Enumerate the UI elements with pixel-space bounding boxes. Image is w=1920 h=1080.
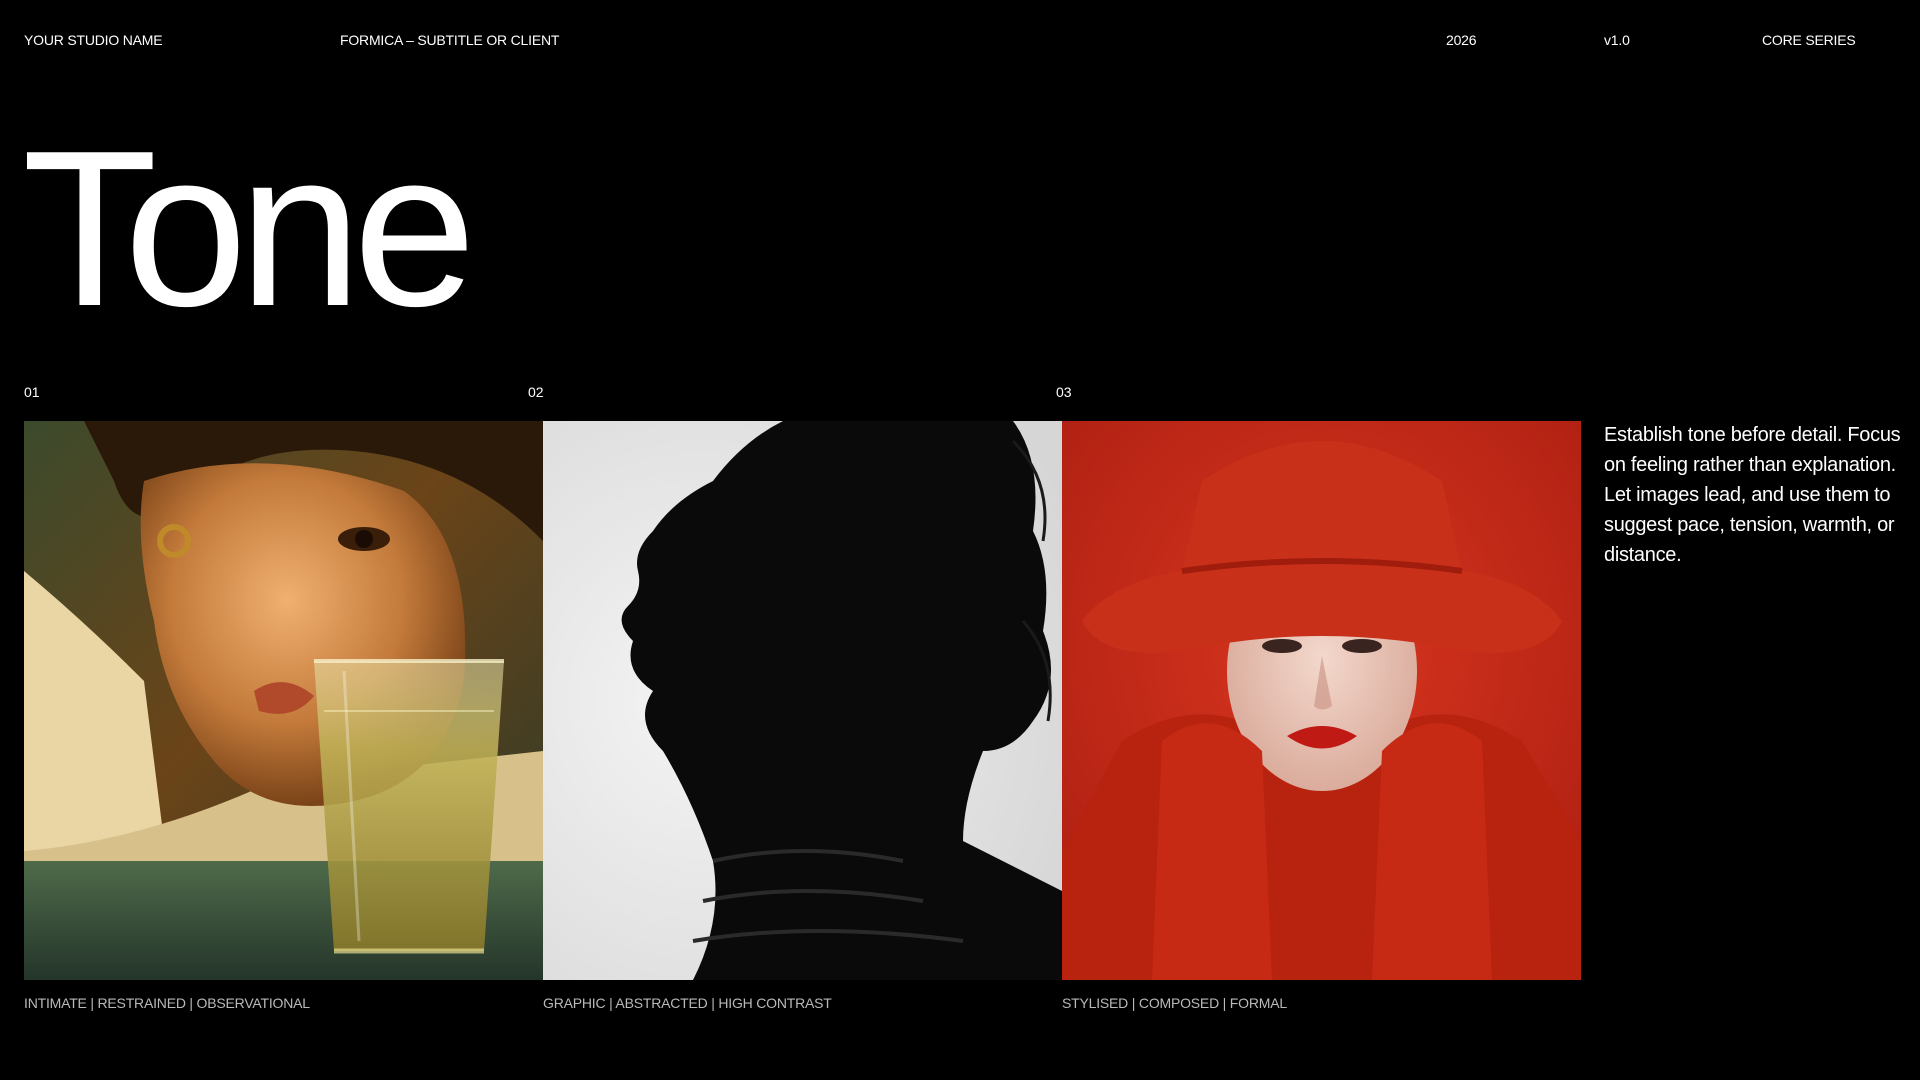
red-portrait-image	[1062, 421, 1581, 980]
silhouette-illustration	[543, 421, 1062, 980]
panel-caption-01: INTIMATE | RESTRAINED | OBSERVATIONAL	[24, 995, 310, 1011]
tone-description: Establish tone before detail. Focus on f…	[1604, 424, 1901, 566]
series-label: CORE SERIES	[1762, 32, 1856, 48]
subtitle: FORMICA – SUBTITLE OR CLIENT	[340, 32, 560, 48]
panel-number-02: 02	[528, 384, 544, 400]
panel-caption-02: GRAPHIC | ABSTRACTED | HIGH CONTRAST	[543, 995, 832, 1011]
panel-number-01: 01	[24, 384, 40, 400]
version-label: v1.0	[1604, 32, 1630, 48]
silhouette-image	[543, 421, 1062, 980]
panel-caption-03: STYLISED | COMPOSED | FORMAL	[1062, 995, 1287, 1011]
warm-portrait-image	[24, 421, 543, 980]
page-title: Tone	[22, 105, 476, 353]
red-portrait-illustration	[1062, 421, 1581, 980]
panel-number-03: 03	[1056, 384, 1072, 400]
studio-name: YOUR STUDIO NAME	[24, 32, 163, 48]
year-label: 2026	[1446, 32, 1477, 48]
header-bar: YOUR STUDIO NAME FORMICA – SUBTITLE OR C…	[0, 32, 1920, 52]
warm-portrait-illustration	[24, 421, 543, 980]
